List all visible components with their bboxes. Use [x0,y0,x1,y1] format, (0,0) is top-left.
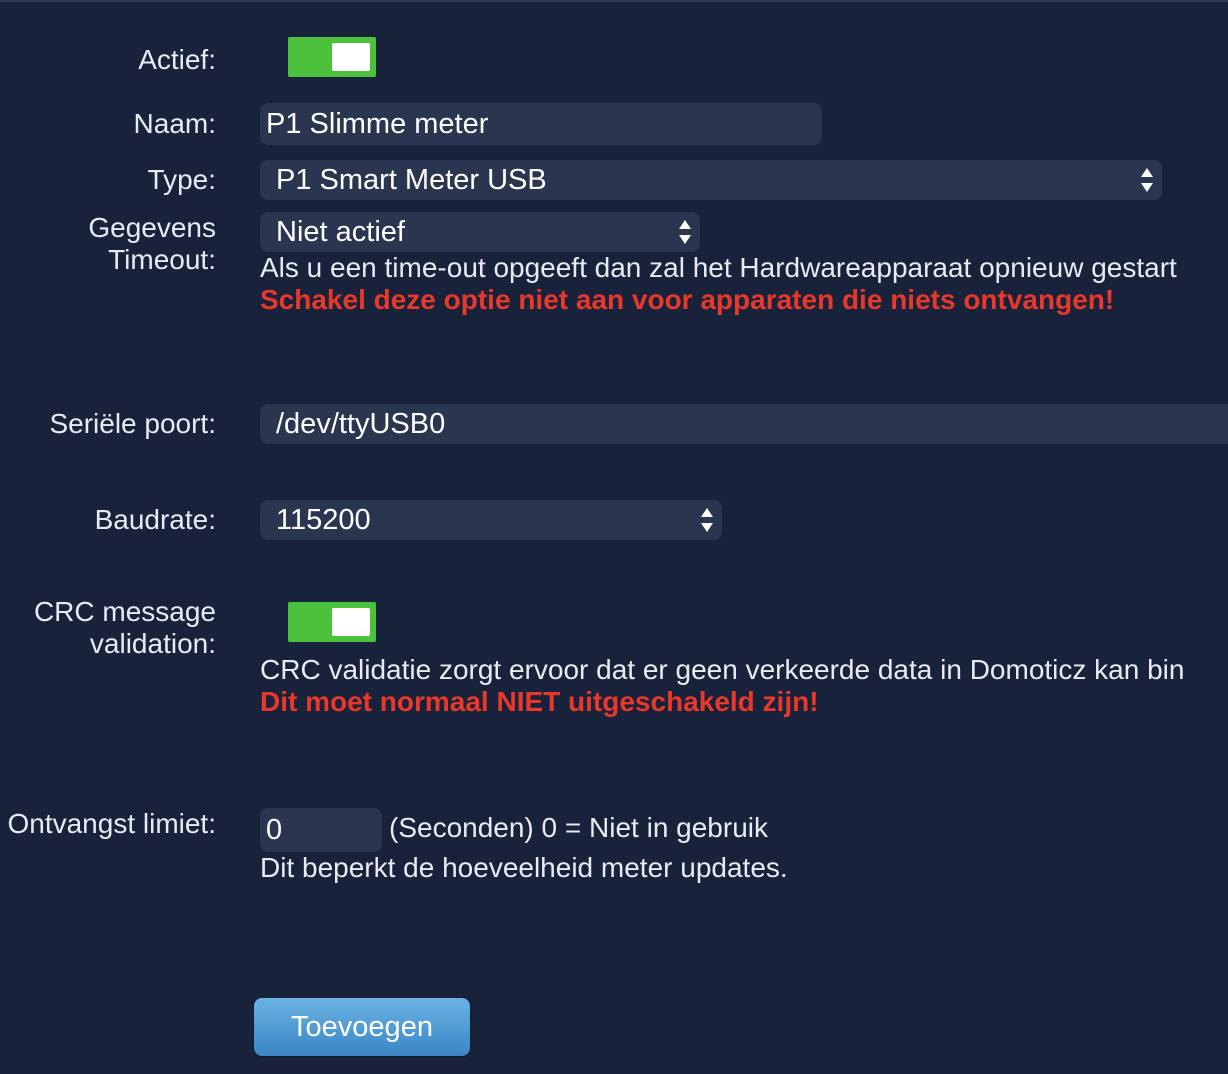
type-label: Type: [147,164,216,195]
crc-label-line1: CRC message [33,596,216,627]
type-select[interactable]: P1 Smart Meter USB [260,160,1162,200]
add-button[interactable]: Toevoegen [254,998,470,1056]
receive-limit-label: Ontvangst limiet: [7,808,216,839]
toggle-knob [332,608,370,636]
timeout-select-value: Niet actief [276,216,405,248]
active-toggle[interactable] [288,37,376,77]
name-label: Naam: [133,108,216,139]
select-arrows-icon [678,218,692,246]
toggle-knob [332,43,370,71]
timeout-select[interactable]: Niet actief [260,212,700,252]
serial-port-label: Seriële poort: [49,408,216,439]
baudrate-label: Baudrate: [94,504,216,535]
timeout-label-line1: Gegevens [88,212,216,243]
baudrate-select[interactable]: 115200 [260,500,722,540]
timeout-label-line2: Timeout: [108,244,216,275]
serial-port-input[interactable]: /dev/ttyUSB0 [260,404,1228,444]
crc-label-line2: validation: [89,628,216,659]
active-label: Actief: [138,44,216,75]
receive-limit-help: Dit beperkt de hoeveelheid meter updates… [260,852,788,883]
crc-warning: Dit moet normaal NIET uitgeschakeld zijn… [260,686,819,717]
crc-toggle[interactable] [288,602,376,642]
receive-limit-input[interactable]: 0 [260,808,382,852]
top-border [0,0,1228,2]
name-input[interactable]: P1 Slimme meter [260,103,822,145]
timeout-warning: Schakel deze optie niet aan voor apparat… [260,284,1115,315]
type-select-value: P1 Smart Meter USB [276,164,547,196]
baudrate-select-value: 115200 [276,504,371,536]
crc-help: CRC validatie zorgt ervoor dat er geen v… [260,654,1185,685]
select-arrows-icon [700,506,714,534]
timeout-help: Als u een time-out opgeeft dan zal het H… [260,252,1177,283]
receive-limit-unit-note: (Seconden) 0 = Niet in gebruik [389,812,768,843]
select-arrows-icon [1140,166,1154,194]
